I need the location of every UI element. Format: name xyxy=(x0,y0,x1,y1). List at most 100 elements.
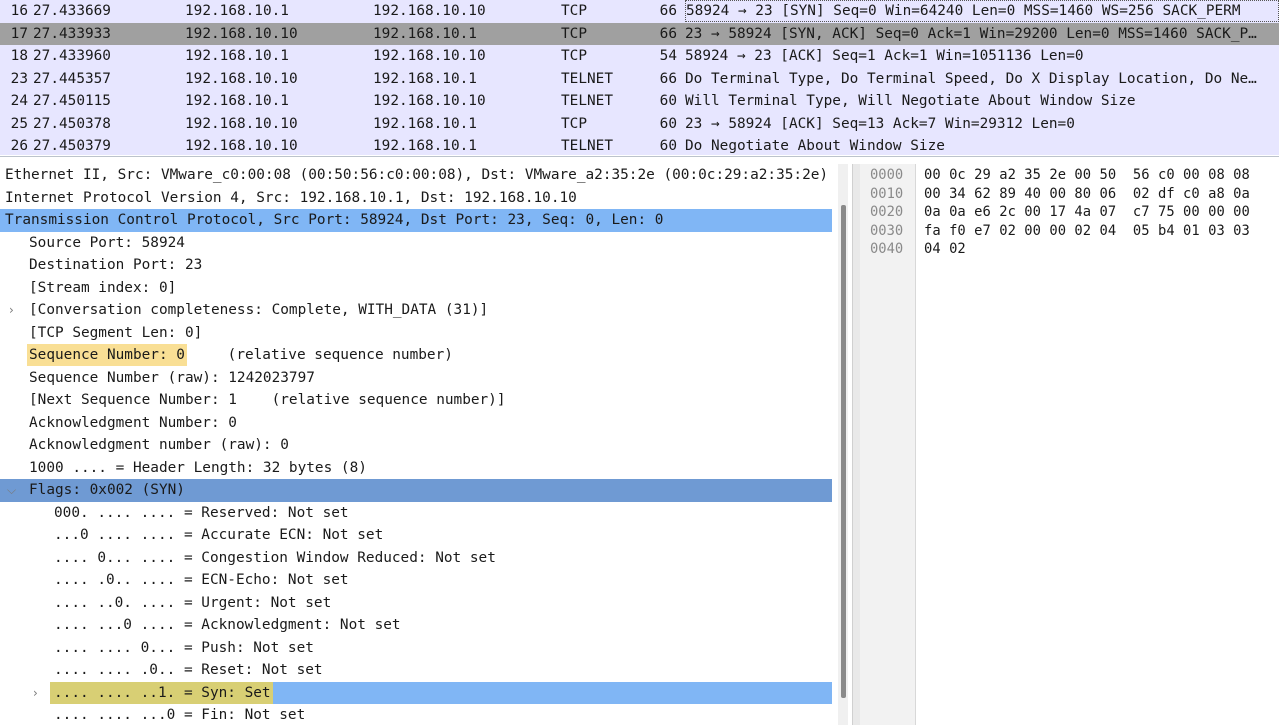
packet-info: 58924 → 23 [SYN] Seq=0 Win=64240 Len=0 M… xyxy=(685,0,1279,22)
packet-row[interactable]: 16 27.433669 192.168.10.1 192.168.10.10 … xyxy=(0,0,1279,23)
packet-length: 60 xyxy=(659,115,677,132)
tree-item-flag-push[interactable]: .... .... 0... = Push: Not set xyxy=(0,637,832,660)
tree-item-label: Source Port: 58924 xyxy=(29,234,185,251)
chevron-down-icon[interactable]: ⌵ xyxy=(7,479,16,501)
packet-list: 16 27.433669 192.168.10.1 192.168.10.10 … xyxy=(0,0,1279,155)
packet-destination: 192.168.10.1 xyxy=(373,138,477,154)
tree-item-label: .... .... 0... = Push: Not set xyxy=(54,639,314,656)
tree-item-label: Flags: 0x002 (SYN) xyxy=(29,482,185,498)
tree-item-flags[interactable]: ⌵ Flags: 0x002 (SYN) xyxy=(0,479,832,502)
hex-dump-pane: 0000 00 0c 29 a2 35 2e 00 50 56 c0 00 08… xyxy=(860,164,1279,725)
packet-source: 192.168.10.10 xyxy=(185,70,298,87)
packet-destination: 192.168.10.10 xyxy=(373,48,486,64)
tree-item-tcp[interactable]: Transmission Control Protocol, Src Port:… xyxy=(0,209,832,232)
tree-item-label: Destination Port: 23 xyxy=(29,257,203,273)
tree-item-label: Sequence Number (raw): 1242023797 xyxy=(29,369,315,386)
packet-row[interactable]: 18 27.433960 192.168.10.1 192.168.10.10 … xyxy=(0,45,1279,68)
details-scrollbar-thumb[interactable] xyxy=(841,205,846,698)
tree-item-label: ...0 .... .... = Accurate ECN: Not set xyxy=(54,527,384,543)
tree-item-label: .... .... ...0 = Fin: Not set xyxy=(54,707,306,723)
packet-protocol: TELNET xyxy=(561,93,613,109)
packet-row[interactable]: 25 27.450378 192.168.10.10 192.168.10.1 … xyxy=(0,112,1279,135)
hex-bytes: 00 0c 29 a2 35 2e 00 50 56 c0 00 08 08 xyxy=(924,167,1250,183)
chevron-right-icon[interactable]: › xyxy=(33,682,38,704)
tree-item-flag-reset[interactable]: .... .... .0.. = Reset: Not set xyxy=(0,659,832,682)
hex-bytes: 00 34 62 89 40 00 80 06 02 df c0 a8 0a xyxy=(924,185,1250,202)
tree-item-flag-reserved[interactable]: 000. .... .... = Reserved: Not set xyxy=(0,502,832,525)
tree-item-flag-accurate-ecn[interactable]: ...0 .... .... = Accurate ECN: Not set xyxy=(0,524,832,547)
tree-item-ack-number[interactable]: Acknowledgment Number: 0 xyxy=(0,412,832,435)
packet-time: 27.433933 xyxy=(33,25,111,42)
packet-length: 60 xyxy=(659,138,677,154)
hex-offset: 0010 xyxy=(870,185,904,202)
tree-item-flag-cwr[interactable]: .... 0... .... = Congestion Window Reduc… xyxy=(0,547,832,570)
packet-row[interactable]: 24 27.450115 192.168.10.1 192.168.10.10 … xyxy=(0,90,1279,113)
tree-item-flag-acknowledgment[interactable]: .... ...0 .... = Acknowledgment: Not set xyxy=(0,614,832,637)
packet-number: 18 xyxy=(10,48,28,64)
packet-protocol: TCP xyxy=(561,3,587,19)
packet-source: 192.168.10.1 xyxy=(185,48,289,64)
packet-row-selected[interactable]: 17 27.433933 192.168.10.10 192.168.10.1 … xyxy=(0,22,1279,45)
tree-item-source-port[interactable]: Source Port: 58924 xyxy=(0,232,832,255)
packet-destination: 192.168.10.1 xyxy=(373,25,477,42)
packet-number: 17 xyxy=(10,25,28,42)
hex-bytes: 0a 0a e6 2c 00 17 4a 07 c7 75 00 00 00 xyxy=(924,204,1250,220)
tree-item-ipv4[interactable]: Internet Protocol Version 4, Src: 192.16… xyxy=(0,187,832,210)
tree-item-flag-syn[interactable]: › .... .... ..1. = Syn: Set xyxy=(0,681,832,704)
packet-row[interactable]: 23 27.445357 192.168.10.10 192.168.10.1 … xyxy=(0,67,1279,90)
packet-time: 27.450115 xyxy=(33,93,111,109)
tree-item-next-sequence-number[interactable]: [Next Sequence Number: 1 (relative seque… xyxy=(0,389,832,412)
tree-item-label: .... 0... .... = Congestion Window Reduc… xyxy=(54,549,496,566)
hex-offset: 0030 xyxy=(870,222,904,239)
tree-item-label: 1000 .... = Header Length: 32 bytes (8) xyxy=(29,459,367,476)
tree-item-ethernet[interactable]: Ethernet II, Src: VMware_c0:00:08 (00:50… xyxy=(0,164,832,187)
tree-item-label: [TCP Segment Len: 0] xyxy=(29,324,203,341)
packet-protocol: TELNET xyxy=(561,70,613,87)
packet-details-tree: Ethernet II, Src: VMware_c0:00:08 (00:50… xyxy=(0,164,840,725)
packet-length: 66 xyxy=(659,3,677,19)
tree-item-flag-ecn-echo[interactable]: .... .0.. .... = ECN-Echo: Not set xyxy=(0,569,832,592)
tree-item-sequence-number-raw[interactable]: Sequence Number (raw): 1242023797 xyxy=(0,367,832,390)
packet-source: 192.168.10.1 xyxy=(185,3,289,19)
pane-separator xyxy=(0,156,1279,157)
hex-bytes: 04 02 xyxy=(924,241,966,257)
tree-item-label: Acknowledgment number (raw): 0 xyxy=(29,437,289,453)
packet-source: 192.168.10.1 xyxy=(185,93,289,109)
tree-item-flag-fin[interactable]: .... .... ...0 = Fin: Not set xyxy=(0,704,832,725)
packet-number: 24 xyxy=(10,93,28,109)
packet-number: 16 xyxy=(10,3,28,19)
hex-offset: 0040 xyxy=(870,241,904,257)
packet-protocol: TCP xyxy=(561,25,587,42)
tree-item-flag-urgent[interactable]: .... ..0. .... = Urgent: Not set xyxy=(0,592,832,615)
packet-time: 27.450379 xyxy=(33,138,111,154)
packet-time: 27.445357 xyxy=(33,70,111,87)
packet-time: 27.433669 xyxy=(33,3,111,19)
packet-protocol: TCP xyxy=(561,115,587,132)
tree-item-label: Ethernet II, Src: VMware_c0:00:08 (00:50… xyxy=(5,167,829,183)
tree-item-stream-index[interactable]: [Stream index: 0] xyxy=(0,277,832,300)
packet-row[interactable]: 26 27.450379 192.168.10.10 192.168.10.1 … xyxy=(0,135,1279,155)
tree-item-conversation-completeness[interactable]: › [Conversation completeness: Complete, … xyxy=(0,299,832,322)
chevron-right-icon[interactable]: › xyxy=(9,299,14,321)
packet-protocol: TCP xyxy=(561,48,587,64)
packet-info: 23 → 58924 [SYN, ACK] Seq=0 Ack=1 Win=29… xyxy=(685,25,1257,42)
packet-destination: 192.168.10.10 xyxy=(373,3,486,19)
packet-destination: 192.168.10.1 xyxy=(373,115,477,132)
hex-bytes: fa f0 e7 02 00 00 02 04 05 b4 01 03 03 xyxy=(924,222,1250,239)
tree-item-header-length[interactable]: 1000 .... = Header Length: 32 bytes (8) xyxy=(0,457,832,480)
tree-item-sequence-number[interactable]: Sequence Number: 0 (relative sequence nu… xyxy=(0,344,832,367)
tree-item-label: .... .... .0.. = Reset: Not set xyxy=(54,662,323,678)
packet-length: 60 xyxy=(659,93,677,109)
packet-length: 66 xyxy=(659,25,677,42)
tree-item-ack-number-raw[interactable]: Acknowledgment number (raw): 0 xyxy=(0,434,832,457)
tree-item-label: 000. .... .... = Reserved: Not set xyxy=(54,504,349,521)
packet-protocol: TELNET xyxy=(561,138,613,154)
tree-item-segment-len[interactable]: [TCP Segment Len: 0] xyxy=(0,322,832,345)
packet-number: 23 xyxy=(10,70,28,87)
packet-destination: 192.168.10.1 xyxy=(373,70,477,87)
packet-length: 54 xyxy=(659,48,677,64)
tree-item-label: [Stream index: 0] xyxy=(29,279,177,296)
tree-item-label: Internet Protocol Version 4, Src: 192.16… xyxy=(5,189,577,206)
tree-item-label: .... ..0. .... = Urgent: Not set xyxy=(54,594,332,611)
tree-item-destination-port[interactable]: Destination Port: 23 xyxy=(0,254,832,277)
